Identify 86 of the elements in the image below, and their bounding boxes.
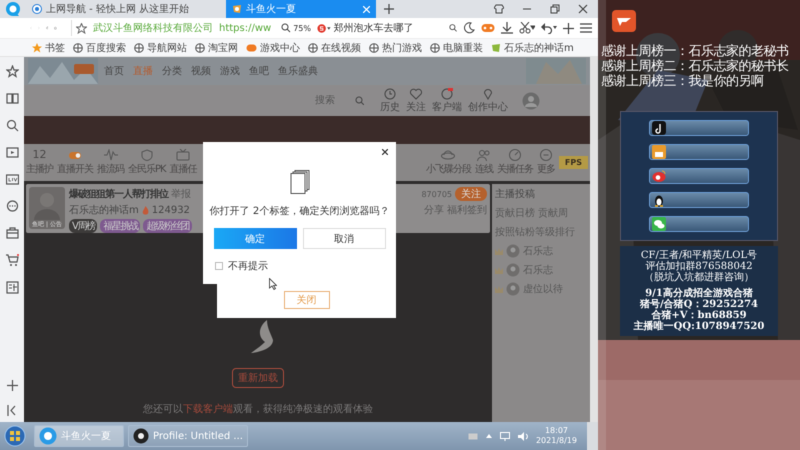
download-link[interactable]: 下载客户端: [183, 404, 233, 415]
thanks-text: 感谢上周榜三：我是你的另啊: [601, 74, 764, 89]
popularity-count: 124932: [152, 204, 190, 216]
tip-text: 您还可以下载客户端观看，获得纯净极速的观看体验: [143, 402, 373, 416]
address-field[interactable]: 武汉斗鱼网络科技有限公司 https://ww: [71, 20, 276, 36]
share-link[interactable]: 分享: [424, 203, 444, 217]
follower-count: 870705: [421, 190, 452, 198]
stream-title: 爆破狙狙第一人帮打排位: [69, 188, 168, 201]
header-link-label: 创作中心: [468, 100, 508, 114]
header-link[interactable]: 关注: [406, 88, 426, 114]
nav-link[interactable]: 首页: [104, 64, 124, 78]
toolbar-item[interactable]: 直播开关: [57, 149, 93, 176]
browser-tab[interactable]: 斗鱼火一夏: [226, 0, 376, 18]
bookmark[interactable]: 百度搜索: [73, 40, 126, 54]
nav-link[interactable]: 游戏: [220, 64, 240, 78]
toolbar-item[interactable]: 直播任: [170, 149, 197, 176]
toolbar-item[interactable]: 关播任务: [496, 149, 533, 176]
header-link[interactable]: 历史: [380, 88, 400, 114]
toolbar-label: 主播护: [26, 162, 53, 176]
streamer-name[interactable]: 石乐志的神话m: [69, 203, 139, 217]
toolbar-item[interactable]: 推流码: [97, 149, 124, 176]
bookmark[interactable]: 导航网站: [134, 40, 187, 54]
clock-date: 2021/8/19: [536, 436, 577, 446]
info-text: 评估加扣群876588042: [645, 261, 753, 272]
fps-badge[interactable]: FPS: [558, 156, 588, 169]
header-link-label: 客户端: [432, 100, 462, 114]
bookmark[interactable]: 在线视频: [308, 40, 361, 54]
bookmark[interactable]: 石乐志的神话m: [491, 40, 574, 54]
thanks-text: 感谢上周榜二：石乐志家的秘书长: [601, 59, 790, 74]
badge[interactable]: V周榜: [69, 219, 98, 233]
toolbar-label: 直播任: [170, 162, 197, 176]
info-text: CF/王者/和平精英/LOL号: [640, 250, 758, 261]
toolbar-item[interactable]: 小飞碟分段: [426, 149, 471, 176]
toolbar-label: 关播任务: [496, 162, 533, 176]
header-link-label: 历史: [380, 100, 400, 114]
nav-link[interactable]: 分类: [162, 64, 182, 78]
close-button[interactable]: 关闭: [284, 291, 330, 309]
toolbar-item[interactable]: 12 主播护: [26, 149, 53, 176]
nav-link[interactable]: 视频: [191, 64, 211, 78]
bookmark[interactable]: 淘宝网: [195, 40, 238, 54]
toolbar-label: 直播开关: [57, 162, 93, 176]
nav-link[interactable]: 鱼乐盛典: [278, 64, 318, 78]
follow-button[interactable]: 关注: [455, 187, 487, 201]
thanks-text: 感谢上周榜一：石乐志家的老秘书: [601, 44, 790, 59]
browser-tab[interactable]: 上网导航 - 轻快上网 从这里开始: [26, 0, 226, 18]
info-text: 猪号/合猪Q：29252274: [640, 299, 758, 310]
cancel-button[interactable]: 取消: [302, 228, 386, 249]
site-name: 武汉斗鱼网络科技有限公司: [93, 22, 213, 35]
header-link[interactable]: 创作中心: [468, 88, 508, 114]
bookmark[interactable]: 电脑重装: [430, 40, 483, 54]
dialog-message: 你打开了 2个标签，确定关闭浏览器吗？: [210, 204, 390, 218]
clock-time: 18:07: [544, 426, 568, 436]
nav-link[interactable]: 鱼吧: [249, 64, 269, 78]
info-text: 合猪+V：bn68859: [651, 310, 747, 321]
toolbar-item[interactable]: 连线: [474, 149, 493, 176]
checkbox-label: 不再提示: [228, 260, 268, 273]
zoom-level: 75%: [293, 24, 311, 32]
reload-button[interactable]: 重新加载: [232, 368, 284, 388]
bookmark[interactable]: 热门游戏: [369, 40, 422, 54]
header-link-label: 关注: [406, 100, 426, 114]
toolbar-label: 更多: [536, 163, 555, 176]
checkin-link[interactable]: 福利签到: [447, 203, 487, 217]
count-text: 12: [32, 149, 46, 161]
toolbar-label: 连线: [474, 162, 493, 176]
toolbar-label: 推流码: [97, 162, 124, 176]
badge[interactable]: 超级粉丝团: [143, 219, 192, 233]
header-link[interactable]: 客户端: [432, 88, 462, 114]
info-text: 主播唯一QQ:1078947520: [634, 321, 764, 332]
bookmark[interactable]: 书签: [32, 40, 65, 54]
toolbar-label: 全民乐PK: [128, 162, 166, 176]
taskbar-button[interactable]: Profile: Untitled ...: [128, 425, 248, 447]
confirm-button[interactable]: 确定: [214, 228, 296, 249]
badge[interactable]: 福星挑战: [100, 219, 140, 233]
clock[interactable]: 18:07 2021/8/19: [536, 426, 577, 446]
report-link[interactable]: 举报: [171, 187, 191, 201]
info-text: （脱坑入坑都进群咨询）: [644, 272, 754, 283]
toolbar-item[interactable]: 全民乐PK: [128, 149, 166, 176]
toolbar-label: 小飞碟分段: [426, 162, 471, 176]
search-field[interactable]: 搜索: [315, 95, 364, 106]
taskbar-button[interactable]: 斗鱼火一夏: [34, 425, 124, 447]
panel-title: 主播投稿: [495, 188, 536, 201]
search-field[interactable]: 郑州泡水车去哪了: [316, 22, 457, 34]
toolbar-item[interactable]: 更多: [536, 149, 555, 176]
url-text: https://ww: [219, 22, 272, 34]
info-text: 9/1高分成招全游戏合猪: [645, 288, 753, 299]
bookmark[interactable]: 游戏中心: [246, 40, 300, 54]
